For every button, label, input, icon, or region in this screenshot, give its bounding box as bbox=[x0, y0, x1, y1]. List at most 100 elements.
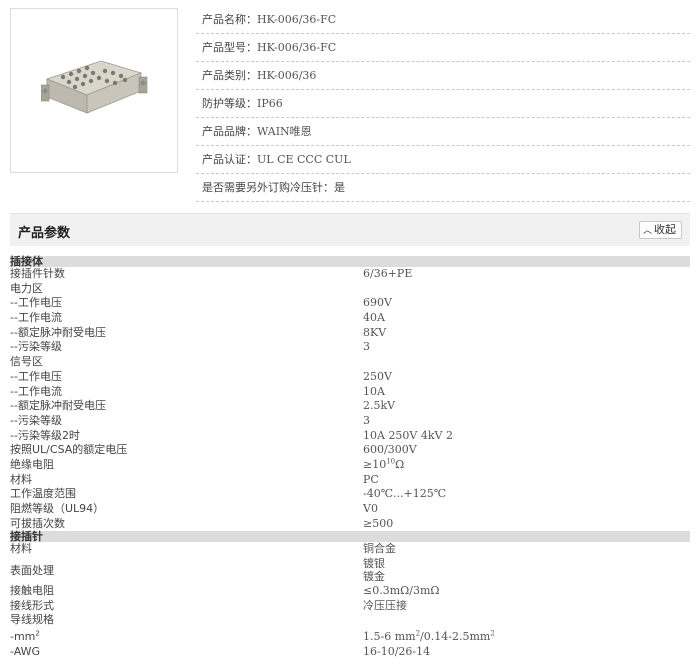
info-label: 产品认证： bbox=[202, 153, 257, 166]
param-value: 2.5kV bbox=[363, 399, 396, 413]
param-value: 8KV bbox=[363, 325, 387, 339]
info-row-category: 产品类别：HK-006/36 bbox=[196, 62, 690, 90]
table-row: 可拔插次数 ≥500 bbox=[10, 517, 690, 532]
table-row: 材料 铜合金 bbox=[10, 542, 690, 557]
param-key: -AWG bbox=[10, 645, 41, 659]
info-row-model: 产品型号：HK-006/36-FC bbox=[196, 34, 690, 62]
value-line: 镀金 bbox=[363, 570, 385, 584]
param-key: -mm2 bbox=[10, 628, 40, 645]
param-value: 16-10/26-14 bbox=[363, 645, 431, 659]
info-label: 产品名称： bbox=[202, 13, 257, 26]
table-row: --污染等级 3 bbox=[10, 414, 690, 429]
param-value: ≥1010Ω bbox=[363, 458, 404, 473]
table-row: 阻燃等级（UL94） V0 bbox=[10, 502, 690, 517]
value-line: 镀银 bbox=[363, 557, 385, 571]
param-key: --污染等级2时 bbox=[10, 428, 80, 442]
section-header-housing: 插接体 bbox=[10, 256, 690, 267]
collapse-button[interactable]: ︿ 收起 bbox=[638, 221, 682, 239]
param-value: 250V bbox=[363, 369, 392, 383]
param-key: --工作电压 bbox=[10, 369, 62, 383]
superscript: 2 bbox=[35, 629, 40, 638]
info-label: 防护等级： bbox=[202, 97, 257, 110]
table-row: 信号区 bbox=[10, 355, 690, 370]
info-row-protection: 防护等级：IP66 bbox=[196, 90, 690, 118]
product-info-list: 产品名称：HK-006/36-FC 产品型号：HK-006/36-FC 产品类别… bbox=[196, 6, 690, 202]
connector-insert-illustration bbox=[41, 60, 148, 114]
param-key: --额定脉冲耐受电压 bbox=[10, 399, 106, 413]
param-value: ≥500 bbox=[363, 516, 394, 530]
section-header-contacts: 接插针 bbox=[10, 531, 690, 543]
param-key: 工作温度范围 bbox=[10, 487, 76, 501]
param-key: 绝缘电阻 bbox=[10, 457, 54, 471]
table-row: --污染等级2时 10A 250V 4kV 2 bbox=[10, 429, 690, 444]
info-value: HK-006/36 bbox=[257, 69, 317, 82]
param-key: 材料 bbox=[10, 472, 32, 486]
table-row: -mm2 1.5-6 mm2/0.14-2.5mm2 bbox=[10, 628, 690, 645]
param-key: 接触电阻 bbox=[10, 584, 54, 598]
param-key: --工作电流 bbox=[10, 384, 62, 398]
value-text: ≥10 bbox=[363, 457, 387, 471]
key-text: -mm bbox=[10, 630, 36, 644]
param-key: 电力区 bbox=[10, 281, 43, 295]
param-value: 10A bbox=[363, 384, 385, 398]
table-row: --额定脉冲耐受电压 8KV bbox=[10, 326, 690, 341]
info-label: 是否需要另外订购冷压针： bbox=[202, 181, 334, 194]
table-row: 按照UL/CSA的额定电压 600/300V bbox=[10, 443, 690, 458]
table-row: 表面处理 镀银 镀金 bbox=[10, 557, 690, 584]
info-value: IP66 bbox=[257, 97, 283, 110]
table-row: 接线形式 冷压压接 bbox=[10, 599, 690, 614]
param-key: --工作电流 bbox=[10, 311, 62, 325]
table-row: 电力区 bbox=[10, 282, 690, 297]
info-value: UL CE CCC CUL bbox=[257, 153, 351, 166]
param-value: ≤0.3mΩ/3mΩ bbox=[363, 584, 440, 598]
table-row: --工作电压 250V bbox=[10, 370, 690, 385]
param-value: 40A bbox=[363, 311, 385, 325]
unit-text: Ω bbox=[395, 457, 405, 471]
param-value: 690V bbox=[363, 296, 392, 310]
table-row: 绝缘电阻 ≥1010Ω bbox=[10, 458, 690, 473]
table-row: 工作温度范围 -40℃...+125℃ bbox=[10, 487, 690, 502]
info-row-crimp-pin: 是否需要另外订购冷压针：是 bbox=[196, 174, 690, 202]
param-key: --污染等级 bbox=[10, 413, 62, 427]
param-key: --工作电压 bbox=[10, 296, 62, 310]
info-label: 产品品牌： bbox=[202, 125, 257, 138]
param-key: 阻燃等级（UL94） bbox=[10, 502, 105, 515]
superscript: 10 bbox=[386, 457, 396, 466]
param-key: 表面处理 bbox=[10, 564, 54, 578]
param-value: 冷压压接 bbox=[363, 598, 407, 612]
info-value: HK-006/36-FC bbox=[257, 13, 337, 26]
param-key: 接线形式 bbox=[10, 598, 54, 612]
table-row: --污染等级 3 bbox=[10, 340, 690, 355]
param-key: 材料 bbox=[10, 542, 32, 556]
info-row-name: 产品名称：HK-006/36-FC bbox=[196, 6, 690, 34]
info-label: 产品类别： bbox=[202, 69, 257, 82]
table-row: -AWG 16-10/26-14 bbox=[10, 645, 690, 660]
param-key: 接插件针数 bbox=[10, 267, 65, 280]
param-key: --污染等级 bbox=[10, 340, 62, 354]
param-key: 导线规格 bbox=[10, 613, 54, 627]
table-row: --工作电流 40A bbox=[10, 311, 690, 326]
info-row-brand: 产品品牌：WAIN唯恩 bbox=[196, 118, 690, 146]
param-value: 3 bbox=[363, 413, 370, 427]
param-value: 1.5-6 mm2/0.14-2.5mm2 bbox=[363, 628, 495, 645]
info-value: 是 bbox=[334, 181, 345, 194]
param-key: --额定脉冲耐受电压 bbox=[10, 325, 106, 339]
info-label: 产品型号： bbox=[202, 41, 257, 54]
collapse-label: 收起 bbox=[654, 223, 676, 236]
param-value: 6/36+PE bbox=[363, 267, 413, 280]
table-row: --工作电压 690V bbox=[10, 296, 690, 311]
product-image bbox=[10, 8, 178, 173]
table-row: 导线规格 bbox=[10, 613, 690, 628]
superscript: 2 bbox=[490, 629, 495, 638]
param-key: 信号区 bbox=[10, 355, 43, 369]
params-header: 产品参数 ︿ 收起 bbox=[10, 213, 690, 246]
param-value: 镀银 镀金 bbox=[363, 557, 385, 583]
param-value: 10A 250V 4kV 2 bbox=[363, 428, 453, 442]
value-text: /0.14-2.5mm bbox=[420, 630, 491, 644]
table-row: 材料 PC bbox=[10, 473, 690, 488]
param-value: PC bbox=[363, 472, 379, 486]
param-key: 按照UL/CSA的额定电压 bbox=[10, 443, 128, 457]
params-title: 产品参数 bbox=[18, 226, 71, 241]
param-value: 铜合金 bbox=[363, 542, 396, 556]
param-value: 600/300V bbox=[363, 443, 417, 457]
